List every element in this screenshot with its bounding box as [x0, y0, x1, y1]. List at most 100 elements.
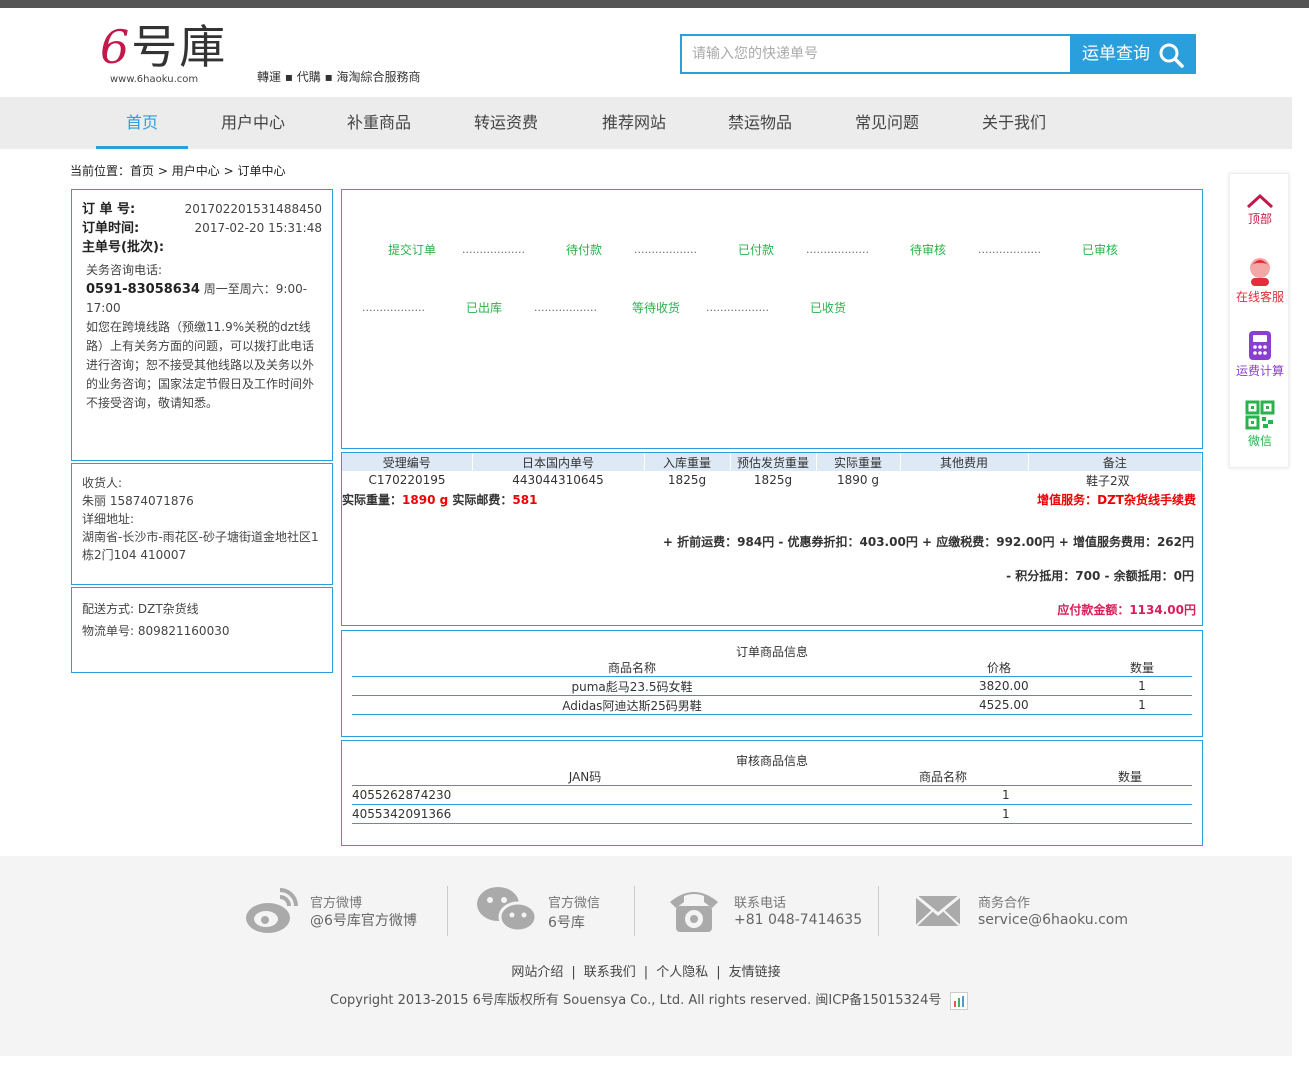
shipping-calculator-button[interactable]: 运费计算	[1230, 330, 1290, 379]
cell-inbound-weight: 1825g	[667, 473, 707, 487]
cell-jp-tracking: 443044310645	[512, 473, 604, 487]
qr-code-icon	[1245, 400, 1275, 430]
stats-badge-icon[interactable]	[949, 991, 968, 1010]
nav-item-home[interactable]: 首页	[96, 97, 188, 149]
footer-divider	[447, 886, 448, 936]
mail-icon	[915, 894, 961, 927]
col-other-fees: 其他费用	[900, 453, 1029, 471]
value-added-service: 增值服务：DZT杂货线手续费	[1037, 493, 1196, 507]
goods-header-row: 商品名称 价格 数量	[352, 659, 1192, 677]
back-to-top-button[interactable]: 顶部	[1230, 192, 1290, 227]
consult-title: 关务咨询电话:	[86, 263, 163, 277]
wechat-qr-button[interactable]: 微信	[1230, 400, 1290, 449]
footer-business[interactable]: 商务合作 service@6haoku.com	[914, 884, 1128, 936]
actual-weight-postage: 实际重量：1890 g 实际邮费：581	[342, 491, 537, 508]
customer-service-icon	[1250, 258, 1270, 286]
breadcrumb-sep: >	[223, 164, 238, 178]
chevron-up-icon	[1246, 193, 1274, 209]
search-button-label: 运单查询	[1082, 44, 1150, 64]
order-number-value: 201702201531488450	[184, 202, 322, 216]
goods-table: 商品名称 价格 数量 puma彪马23.5码女鞋 3820.00 1 Adida…	[352, 659, 1192, 715]
nav-item-user-center[interactable]: 用户中心	[207, 97, 299, 149]
nav-item-about[interactable]: 关于我们	[968, 97, 1060, 149]
review-header-row: JAN码 商品名称 数量	[352, 768, 1192, 786]
footer-link-friends[interactable]: 友情链接	[729, 965, 781, 980]
tracking-number: 物流单号: 809821160030	[82, 624, 230, 638]
col-accept-no: 受理编号	[342, 453, 473, 471]
col-note: 备注	[1028, 453, 1202, 471]
footer-phone[interactable]: 联系电话 +81 048-7414635	[666, 884, 866, 936]
calculator-icon	[1249, 331, 1271, 360]
nav-item-recommended[interactable]: 推荐网站	[588, 97, 680, 149]
tracking-search: 运单查询	[680, 34, 1196, 74]
jan-code: 4055262874230	[352, 785, 818, 805]
footer: 官方微博 @6号库官方微博 官方微信 6号库 联系电话 +81 048-7414…	[0, 856, 1292, 1056]
online-service-button[interactable]: 在线客服	[1230, 254, 1290, 305]
logo-mark: 6号庫	[100, 20, 228, 74]
footer-weibo[interactable]: 官方微博 @6号库官方微博	[244, 884, 434, 936]
address-label: 详细地址:	[82, 512, 135, 526]
nav-item-extra-items[interactable]: 补重商品	[333, 97, 425, 149]
wechat-title: 官方微信	[548, 896, 601, 911]
business-title: 商务合作	[978, 896, 1031, 911]
wechat-icon	[477, 887, 538, 933]
review-name	[818, 785, 1068, 805]
logo-url: www.6haoku.com	[110, 74, 199, 85]
wechat-label: 微信	[1247, 434, 1272, 448]
scroll-gutter	[1292, 8, 1309, 1073]
copyright: Copyright 2013-2015 6号库版权所有 Souensya Co.…	[330, 989, 968, 1010]
goods-qty: 1	[1092, 695, 1192, 715]
consult-phone: 0591-83058634	[86, 282, 200, 297]
footer-link-intro[interactable]: 网站介绍	[511, 965, 563, 980]
status-step-shipped: 已出库	[466, 301, 503, 315]
col-review-name: 商品名称	[818, 768, 1068, 786]
site-logo[interactable]: 6号庫 www.6haoku.com	[100, 18, 230, 92]
footer-link-sep: |	[571, 965, 576, 980]
nav-item-rates[interactable]: 转运资费	[460, 97, 552, 149]
side-toolbar: 顶部 在线客服 运费计算 微信	[1229, 173, 1289, 468]
footer-link-privacy[interactable]: 个人隐私	[656, 965, 708, 980]
back-to-top-label: 顶部	[1247, 212, 1272, 226]
footer-link-contact[interactable]: 联系我们	[584, 965, 636, 980]
review-title: 审核商品信息	[735, 754, 808, 768]
breadcrumb-order-center[interactable]: 订单中心	[237, 164, 285, 178]
actual-weight-label: 实际重量：	[342, 493, 403, 507]
nav-item-faq[interactable]: 常见问题	[841, 97, 933, 149]
jan-code: 4055342091366	[352, 804, 818, 824]
order-number-label: 订 单 号:	[82, 202, 136, 217]
status-connector: ..................	[706, 301, 769, 314]
footer-links: 网站介绍 | 联系我们 | 个人隐私 | 友情链接	[0, 961, 1292, 980]
col-est-weight: 预估发货重量	[730, 453, 817, 471]
receiver-box: 收货人: 朱丽 15874071876 详细地址: 湖南省-长沙市-雨花区-砂子…	[71, 463, 333, 585]
nav-item-prohibited[interactable]: 禁运物品	[714, 97, 806, 149]
tracking-search-input[interactable]	[682, 36, 1072, 72]
status-step-awaiting-receipt: 等待收货	[632, 301, 681, 315]
breadcrumb-home[interactable]: 首页	[130, 164, 154, 178]
footer-divider	[634, 886, 635, 936]
weibo-title: 官方微博	[310, 896, 363, 911]
status-connector: ..................	[806, 243, 869, 256]
order-number-row: 订 单 号: 201702201531488450	[82, 200, 322, 219]
status-step-paid: 已付款	[738, 243, 775, 257]
shipping-method: 配送方式: DZT杂货线	[82, 602, 199, 616]
footer-divider	[878, 886, 879, 936]
customs-consult: 关务咨询电话: 0591-83058634 周一至周六：9:00-17:00 如…	[82, 261, 322, 413]
col-review-qty: 数量	[1068, 768, 1192, 786]
order-time-label: 订单时间:	[82, 221, 140, 236]
order-goods-box: 订单商品信息 商品名称 价格 数量 puma彪马23.5码女鞋 3820.00 …	[341, 630, 1203, 737]
review-qty-value: 1	[1002, 788, 1010, 802]
breadcrumb-user-center[interactable]: 用户中心	[172, 164, 220, 178]
status-step-received: 已收货	[810, 301, 847, 315]
copyright-text: Copyright 2013-2015 6号库版权所有 Souensya Co.…	[330, 993, 942, 1008]
status-connector: ..................	[462, 243, 525, 256]
table-row: 4055262874230 1	[352, 785, 1192, 805]
bottom-strip	[0, 1056, 1309, 1073]
goods-price: 4525.00	[912, 695, 1092, 715]
footer-wechat[interactable]: 官方微信 6号库	[476, 884, 626, 936]
consult-text: 如您在跨境线路（预缴11.9%关税的dzt线路）上有关务方面的问题，可以拨打此电…	[86, 320, 315, 410]
tracking-search-button[interactable]: 运单查询	[1070, 34, 1194, 74]
footer-link-sep: |	[716, 965, 721, 980]
order-info-box: 订 单 号: 201702201531488450 订单时间: 2017-02-…	[71, 189, 333, 461]
status-connector: ..................	[362, 301, 425, 314]
header: 6号庫 www.6haoku.com 轉運 ▪ 代購 ▪ 海淘綜合服務商 运单查…	[0, 8, 1309, 97]
